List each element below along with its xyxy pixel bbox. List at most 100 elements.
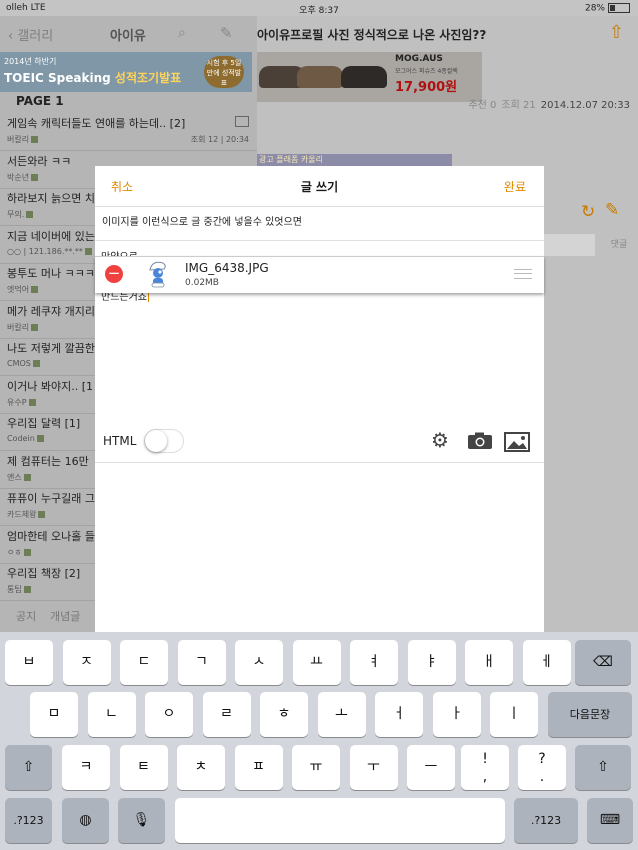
microphone-icon[interactable]: 🎙 <box>118 798 165 843</box>
key-row2-1[interactable]: ㄴ <box>87 692 136 737</box>
image-icon <box>235 116 249 127</box>
key-row3-5[interactable]: ㅜ <box>349 745 398 790</box>
attachment-filename: IMG_6438.JPG <box>185 261 269 275</box>
post-author: 박순년 <box>7 172 39 183</box>
ad-subtitle: 모그어스 퍼슈즈 4종컬렉 <box>395 68 458 75</box>
post-title: 나도 저렇게 깔끔한 <box>7 342 95 355</box>
post-title: 메가 레쿠쟈 개지리 <box>7 304 95 318</box>
key-row1-3[interactable]: ㄱ <box>177 640 226 685</box>
gallery-title: 아이유 <box>110 29 146 44</box>
key-row3-2[interactable]: ㅊ <box>177 745 225 790</box>
html-label: HTML <box>103 434 137 448</box>
key-row2-2[interactable]: ㅇ <box>145 692 193 737</box>
key-row1-2[interactable]: ㄷ <box>120 640 168 685</box>
key-row3-3[interactable]: ㅍ <box>234 745 283 790</box>
shoe-ad[interactable]: MOG.AUS 모그어스 퍼슈즈 4종컬렉 17,900원 <box>257 52 482 102</box>
html-toggle[interactable] <box>144 429 184 453</box>
key-row2-0[interactable]: ㅁ <box>30 692 78 737</box>
post-author: 버칼리 <box>7 322 39 333</box>
shift-key[interactable]: ⇧ <box>5 745 52 790</box>
post-meta: 추천 0 조회 21 2014.12.07 20:33 <box>468 100 630 111</box>
key-row3-0[interactable]: ㅋ <box>62 745 110 790</box>
key-row2-8[interactable]: ㅣ <box>490 692 538 737</box>
key-row1-7[interactable]: ㅑ <box>407 640 456 685</box>
gallery-icon[interactable] <box>504 432 530 452</box>
attachment-row[interactable]: − IMG_6438.JPG 0.02MB <box>95 256 544 293</box>
key-row3-6[interactable]: ㅡ <box>407 745 455 790</box>
tab-concept[interactable]: 개념글 <box>50 608 80 624</box>
backspace-key[interactable]: ⌫ <box>575 640 631 685</box>
camera-icon[interactable] <box>467 432 493 450</box>
post-title: 엄마한테 오나홀 들 <box>7 529 95 543</box>
attachment-size: 0.02MB <box>185 278 219 288</box>
smurf-thumbnail-icon <box>149 261 166 288</box>
edit-icon[interactable]: ✎ <box>605 200 619 220</box>
post-author: 엣먹어 <box>7 284 39 295</box>
return-key[interactable]: 다음문장 <box>548 692 632 737</box>
post-title: 제 컴퓨터는 16만 <box>7 454 89 468</box>
badge-icon <box>28 398 36 406</box>
clock: 오후 8:37 <box>299 6 339 16</box>
remove-attachment-button[interactable]: − <box>105 265 123 283</box>
numbers-key[interactable]: .?123 <box>5 798 52 843</box>
post-author: 통팁 <box>7 584 31 595</box>
key-row1-6[interactable]: ㅕ <box>350 640 398 685</box>
ad-banner[interactable]: 2014년 하반기 TOEIC Speaking 성적조기발표 시험 후 5일 … <box>0 52 252 92</box>
hide-keyboard-icon[interactable]: ⌨ <box>587 798 633 843</box>
post-title: 이거나 봐야지.. [1 <box>7 379 94 393</box>
key-row1-0[interactable]: ㅂ <box>5 640 53 685</box>
share-icon[interactable]: ⇧ <box>609 22 624 43</box>
key-row3-1[interactable]: ㅌ <box>119 745 168 790</box>
subject-field[interactable]: 이미지를 이런식으로 글 중간에 넣을수 있엇으면 <box>102 213 302 228</box>
banner-badge: 시험 후 5일 만에 성적발표 <box>204 56 244 88</box>
shift-key-right[interactable]: ⇧ <box>575 745 631 790</box>
key-row1-9[interactable]: ㅔ <box>522 640 571 685</box>
key-question[interactable]: ?. <box>518 745 566 790</box>
key-row2-6[interactable]: ㅓ <box>375 692 423 737</box>
badge-icon <box>36 435 44 442</box>
shoe-image <box>297 66 343 88</box>
modal-header: 취소 글 쓰기 완료 <box>95 166 544 207</box>
post-author: 앤스 <box>7 472 31 483</box>
banner-year: 2014년 하반기 <box>4 57 57 66</box>
key-row3-4[interactable]: ㅠ <box>292 745 340 790</box>
post-author: Codein <box>7 434 44 443</box>
key-row1-5[interactable]: ㅛ <box>292 640 341 685</box>
post-title: 퓨퓨이 누구길래 그 <box>7 492 95 505</box>
reorder-handle-icon[interactable] <box>514 269 532 279</box>
compose-modal: 취소 글 쓰기 완료 이미지를 이런식으로 글 중간에 넣을수 있엇으면 만약으… <box>95 166 544 632</box>
post-title: 봉투도 머나 ㅋㅋㅋ <box>7 267 95 280</box>
key-row2-5[interactable]: ㅗ <box>317 692 366 737</box>
list-item[interactable]: 게임속 캐릭터들도 연애를 하는데.. [2] 버칼리 조회 12 | 20:34 <box>0 112 257 151</box>
key-row1-4[interactable]: ㅅ <box>235 640 283 685</box>
space-key[interactable] <box>175 798 505 843</box>
key-row2-7[interactable]: ㅏ <box>432 692 481 737</box>
divider <box>95 462 544 463</box>
badge-icon <box>31 286 39 293</box>
status-bar: olleh LTE 오후 8:37 28% <box>0 0 638 16</box>
search-icon[interactable]: ⌕ <box>178 25 186 41</box>
post-author: CMOS <box>7 359 40 368</box>
badge-icon <box>31 323 39 331</box>
tab-notice[interactable]: 공지 <box>16 608 36 624</box>
key-row2-4[interactable]: ㅎ <box>260 692 308 737</box>
key-row2-3[interactable]: ㄹ <box>202 692 251 737</box>
key-exclamation[interactable]: !, <box>461 745 509 790</box>
post-author: 무의. <box>7 209 34 220</box>
refresh-icon[interactable]: ↻ <box>581 202 595 222</box>
badge-icon <box>31 173 39 181</box>
back-button[interactable]: ‹ 갤러리 <box>8 25 53 44</box>
compose-icon[interactable]: ✎ <box>220 24 233 42</box>
globe-icon[interactable]: ◍ <box>62 798 109 843</box>
ad-brand: MOG.AUS <box>395 54 443 64</box>
key-row1-1[interactable]: ㅈ <box>62 640 111 685</box>
ad-platform-bar[interactable]: 광고 플래폼 카울리 <box>257 154 452 166</box>
numbers-key-right[interactable]: .?123 <box>514 798 578 843</box>
done-button[interactable]: 완료 <box>504 178 526 195</box>
shoe-image <box>341 66 387 88</box>
reply-button[interactable]: 댓글 <box>607 234 631 256</box>
gear-icon[interactable]: ⚙ <box>431 428 449 452</box>
post-title: 지금 네이버에 있는 <box>7 229 95 243</box>
post-author: 버칼리 <box>7 134 39 145</box>
key-row1-8[interactable]: ㅐ <box>465 640 513 685</box>
